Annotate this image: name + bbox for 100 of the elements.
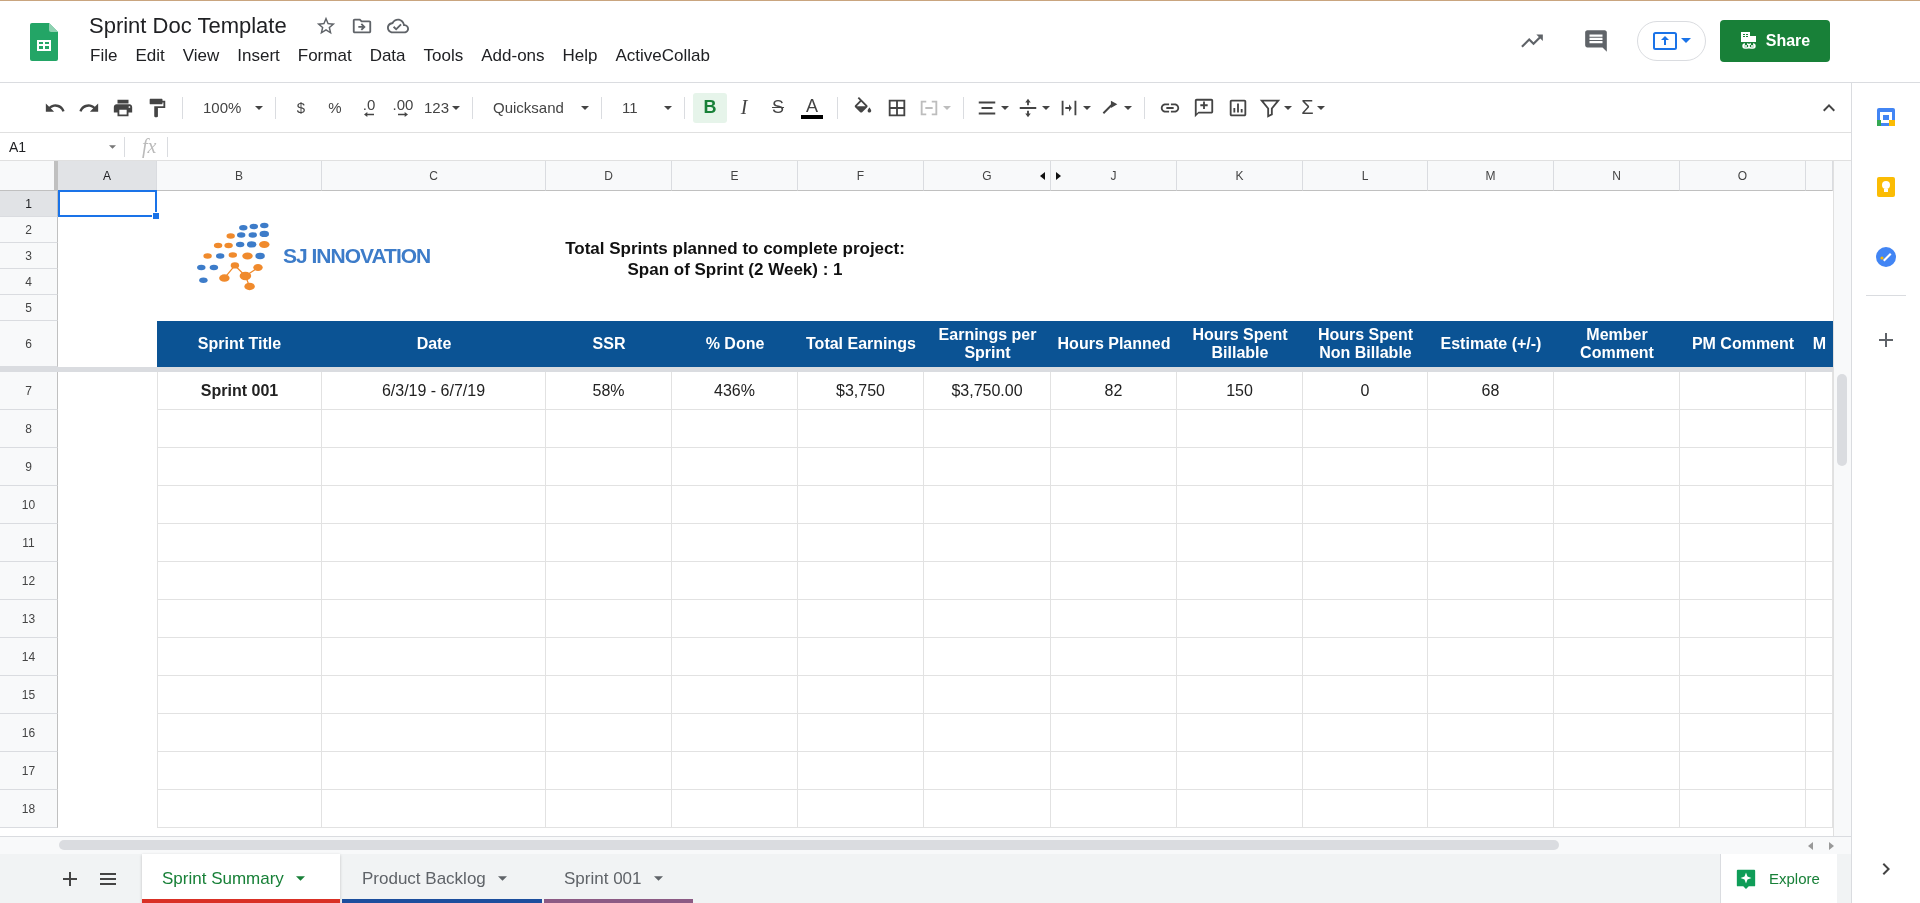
table-header-cell: M [1806, 321, 1833, 367]
caret-icon [943, 105, 952, 110]
column-header[interactable]: F [798, 161, 924, 191]
tasks-icon[interactable] [1874, 245, 1898, 269]
table-header-cell: PM Comment [1680, 321, 1806, 367]
bold-button[interactable]: B [693, 92, 728, 123]
table-cell: 68 [1428, 372, 1554, 410]
row-header[interactable]: 13 [0, 600, 58, 638]
currency-button[interactable]: $ [284, 92, 318, 123]
row-header[interactable]: 4 [0, 269, 58, 295]
column-header[interactable]: O [1680, 161, 1806, 191]
left-triangle-icon[interactable] [1040, 172, 1045, 180]
menu-item[interactable]: Help [553, 44, 607, 68]
cell-reference: A1 [9, 138, 27, 155]
row-header[interactable]: 5 [0, 295, 58, 321]
row-header[interactable]: 12 [0, 562, 58, 600]
summary-text: Total Sprints planned to complete project: [565, 238, 905, 259]
decimal-less-button[interactable]: .0 [352, 92, 386, 123]
fill-handle[interactable] [152, 212, 160, 220]
menu-item[interactable]: Data [360, 44, 415, 68]
row-header[interactable]: 11 [0, 524, 58, 562]
font-button[interactable]: Quicksand [481, 92, 594, 123]
menu-item[interactable]: Format [288, 44, 361, 68]
row-header[interactable]: 9 [0, 448, 58, 486]
table-header-cell: Total Earnings [798, 321, 924, 367]
scrollbar-thumb[interactable] [59, 840, 1559, 850]
table-header-cell: Date [322, 321, 546, 367]
row-header[interactable]: 7 [0, 372, 58, 410]
selected-cell[interactable] [58, 190, 157, 217]
name-box[interactable]: A1 [0, 133, 124, 160]
row-header[interactable]: 17 [0, 752, 58, 790]
scrollbar-thumb[interactable] [1837, 374, 1847, 466]
caret-icon [1001, 105, 1010, 110]
table-header-cell: Hours Spent Billable [1177, 321, 1303, 367]
row-header[interactable]: 6 [0, 321, 58, 367]
column-header[interactable]: C [322, 161, 546, 191]
column-header[interactable]: N [1554, 161, 1680, 191]
column-header[interactable]: K [1177, 161, 1303, 191]
decimal-more-button[interactable]: .00 [386, 92, 420, 123]
row-header[interactable]: 15 [0, 676, 58, 714]
horizontal-scrollbar[interactable] [0, 837, 1851, 854]
row-header[interactable]: 1 [0, 191, 58, 217]
number-format-button[interactable]: 123 [420, 92, 465, 123]
sum-button[interactable]: Σ [1296, 92, 1331, 123]
row-header[interactable]: 14 [0, 638, 58, 676]
table-header-cell: Member Comment [1554, 321, 1680, 367]
menu-item[interactable]: View [173, 44, 229, 68]
row-header[interactable]: 10 [0, 486, 58, 524]
row-header[interactable]: 8 [0, 410, 58, 448]
sheet-tab[interactable]: Sprint 001 [544, 854, 693, 903]
text-color-button[interactable]: A [795, 92, 830, 123]
row-header[interactable]: 18 [0, 790, 58, 828]
table-header-cell: % Done [672, 321, 798, 367]
column-header[interactable]: D [546, 161, 672, 191]
column-header[interactable]: L [1303, 161, 1428, 191]
caret-icon [295, 876, 305, 881]
italic-button[interactable]: I [727, 92, 762, 123]
row-header[interactable]: 16 [0, 714, 58, 752]
vertical-scrollbar[interactable] [1833, 161, 1851, 836]
star-icon[interactable] [314, 15, 337, 37]
caret-icon [109, 144, 116, 149]
table-cell: 82 [1051, 372, 1177, 410]
menu-item[interactable]: Insert [228, 44, 289, 68]
percent-button[interactable]: % [318, 92, 352, 123]
menu-item[interactable]: ActiveCollab [606, 44, 720, 68]
font-size-button[interactable]: 11 [610, 92, 677, 123]
menu-item[interactable]: Add-ons [472, 44, 554, 68]
zoom-button[interactable]: 100% [191, 92, 267, 123]
caret-icon [1083, 105, 1092, 110]
menu-item[interactable]: Edit [126, 44, 174, 68]
color-bar [801, 114, 824, 119]
row-header[interactable]: 2 [0, 217, 58, 243]
column-header[interactable]: B [157, 161, 322, 191]
menu-item[interactable]: Tools [414, 44, 473, 68]
caret-icon [1284, 105, 1293, 110]
calendar-icon[interactable] [1874, 105, 1898, 129]
building-icon [1739, 31, 1758, 51]
column-header[interactable]: A [58, 161, 157, 191]
row-header[interactable]: 3 [0, 243, 58, 269]
right-triangle-icon[interactable] [1056, 172, 1061, 180]
sheets-logo-icon[interactable] [30, 23, 58, 61]
sheet-tab[interactable]: Sprint Summary [142, 854, 340, 903]
document-title[interactable]: Sprint Doc Template [89, 13, 287, 39]
caret-icon [664, 105, 673, 110]
table-cell: 150 [1177, 372, 1303, 410]
caret-icon [255, 105, 263, 110]
menu-item[interactable]: File [81, 44, 127, 68]
comment-icon [1193, 96, 1216, 119]
column-header[interactable]: E [672, 161, 798, 191]
column-header[interactable]: M [1428, 161, 1554, 191]
column-header[interactable]: G [924, 161, 1051, 191]
comment-icon[interactable] [1583, 28, 1609, 54]
sheet-tab[interactable]: Product Backlog [342, 854, 542, 903]
strikethrough-button[interactable]: S [761, 92, 796, 123]
share-button[interactable]: Share [1720, 20, 1830, 62]
caret-icon [653, 876, 663, 881]
table-cell: 436% [672, 372, 798, 410]
column-header[interactable]: J [1051, 161, 1177, 191]
present-button[interactable] [1637, 21, 1706, 61]
explore-button[interactable]: Explore [1720, 854, 1837, 903]
